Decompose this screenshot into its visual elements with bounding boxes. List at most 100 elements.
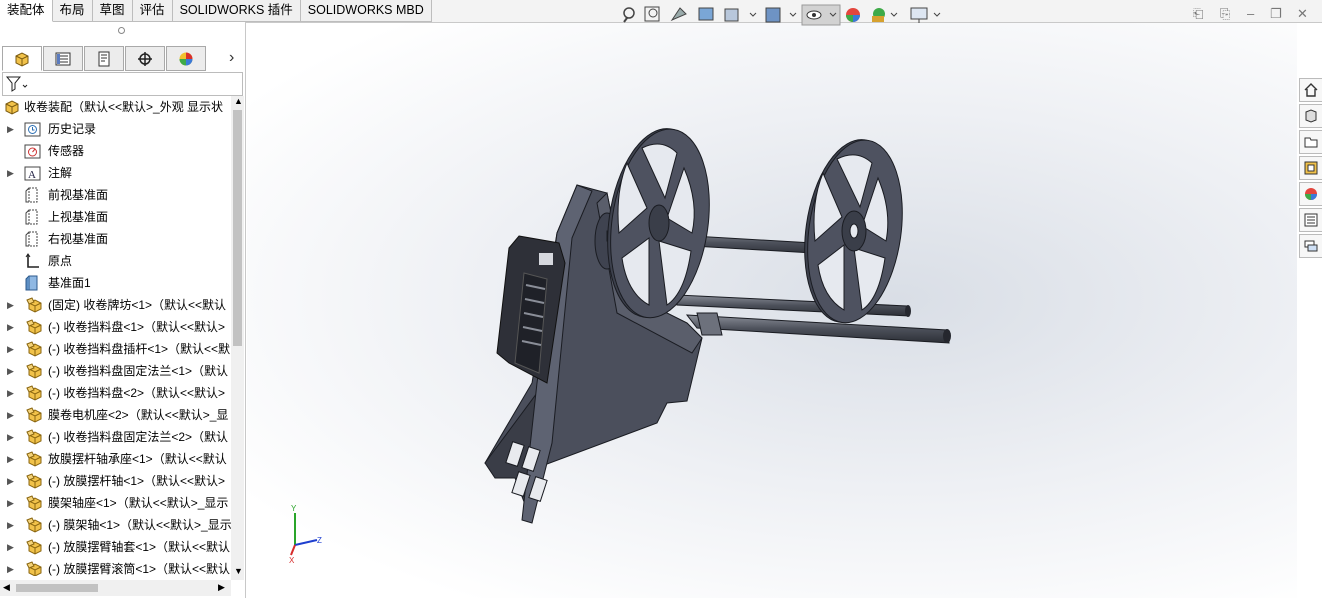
tree-item-component[interactable]: ▶ (-) 收卷挡料盘固定法兰<1>（默认: [0, 360, 231, 382]
previous-view-icon[interactable]: [670, 7, 687, 22]
expand-arrow-icon[interactable]: ▶: [7, 470, 14, 492]
tree-item-component[interactable]: ▶ 膜卷电机座<2>（默认<<默认>_显: [0, 404, 231, 426]
custom-properties-button[interactable]: [1299, 208, 1322, 232]
filter-icon[interactable]: [5, 74, 31, 94]
tree-item-feature[interactable]: 原点: [0, 250, 231, 272]
expand-arrow-icon[interactable]: ▶: [7, 514, 14, 536]
panel-grip-handle[interactable]: [118, 27, 125, 34]
restore-right-icon[interactable]: ⎘: [1220, 6, 1230, 22]
tree-root-assembly[interactable]: 收卷装配（默认<<默认>_外观 显示状: [0, 96, 231, 118]
tree-item-feature[interactable]: ▶ 历史记录: [0, 118, 231, 140]
appearances-button[interactable]: [1299, 182, 1322, 206]
hide-show-items-icon[interactable]: [801, 4, 841, 26]
edit-appearance-icon[interactable]: [846, 8, 860, 22]
tree-item-component[interactable]: ▶ (-) 收卷挡料盘插杆<1>（默认<<默: [0, 338, 231, 360]
file-explorer-icon: [1304, 137, 1318, 148]
tree-item-component[interactable]: ▶ (-) 膜架轴<1>（默认<<默认>_显示: [0, 514, 231, 536]
command-tab[interactable]: 草图: [92, 0, 133, 22]
tree-item-component[interactable]: ▶ 膜架轴座<1>（默认<<默认>_显示: [0, 492, 231, 514]
scroll-down-icon[interactable]: ▼: [234, 566, 243, 576]
expand-arrow-icon[interactable]: ▶: [7, 558, 14, 576]
command-tab[interactable]: 装配体: [0, 0, 53, 22]
annotation-icon: A: [24, 166, 41, 181]
command-tab[interactable]: SOLIDWORKS MBD: [300, 0, 432, 22]
tree-item-component[interactable]: ▶ (-) 收卷挡料盘<2>（默认<<默认>: [0, 382, 231, 404]
expand-arrow-icon[interactable]: ▶: [7, 382, 14, 404]
tree-item-label: 膜卷电机座<2>（默认<<默认>_显: [48, 408, 229, 422]
expand-arrow-icon[interactable]: ▶: [7, 360, 14, 382]
guide-rods[interactable]: [676, 294, 951, 344]
configuration-manager-tab[interactable]: [84, 46, 124, 71]
right-guide-wheel[interactable]: [794, 133, 914, 328]
part-icon: [26, 429, 42, 445]
tree-vscroll-thumb[interactable]: [233, 110, 242, 346]
scroll-left-icon[interactable]: ◀: [3, 582, 10, 593]
view-palette-icon: [1304, 161, 1318, 175]
view-settings-icon[interactable]: [910, 7, 941, 23]
zoom-to-area-icon[interactable]: [644, 6, 660, 22]
maximize-icon[interactable]: ❐: [1270, 6, 1282, 22]
tree-vertical-scrollbar[interactable]: ▲ ▼: [231, 96, 244, 580]
view-palette-button[interactable]: [1299, 156, 1322, 180]
expand-arrow-icon[interactable]: ▶: [7, 338, 14, 360]
tree-item-component[interactable]: ▶ (固定) 收卷牌坊<1>（默认<<默认: [0, 294, 231, 316]
expand-arrow-icon[interactable]: ▶: [7, 448, 14, 470]
panel-expand-chevron[interactable]: ›: [229, 49, 234, 67]
command-tab[interactable]: SOLIDWORKS 插件: [172, 0, 301, 22]
tree-item-label: 传感器: [48, 144, 85, 158]
task-pane: [1297, 77, 1322, 260]
view-orientation-icon[interactable]: [724, 8, 757, 22]
dimxpert-manager-tab[interactable]: [125, 46, 165, 71]
restore-left-icon[interactable]: ⎗: [1193, 6, 1203, 22]
tree-filter[interactable]: [2, 72, 243, 96]
origin-icon: [25, 253, 39, 268]
display-style-icon[interactable]: [765, 7, 797, 23]
configuration-manager-icon: [98, 51, 110, 66]
tree-item-component[interactable]: ▶ (-) 收卷挡料盘固定法兰<2>（默认: [0, 426, 231, 448]
expand-arrow-icon[interactable]: ▶: [7, 404, 14, 426]
expand-arrow-icon[interactable]: ▶: [7, 316, 14, 338]
section-view-icon[interactable]: [698, 7, 714, 21]
home-button[interactable]: [1299, 78, 1322, 102]
tree-item-component[interactable]: ▶ (-) 放膜摆臂滚筒<1>（默认<<默认: [0, 558, 231, 576]
property-manager-tab[interactable]: [43, 46, 83, 71]
tree-item-feature[interactable]: 右视基准面: [0, 228, 231, 250]
display-manager-tab[interactable]: [166, 46, 206, 71]
feature-manager-tab[interactable]: [2, 46, 42, 71]
expand-arrow-icon[interactable]: ▶: [7, 118, 14, 140]
tree-item-component[interactable]: ▶ (-) 收卷挡料盘<1>（默认<<默认>: [0, 316, 231, 338]
tree-item-component[interactable]: ▶ (-) 放膜摆杆轴<1>（默认<<默认>: [0, 470, 231, 492]
tree-item-feature[interactable]: ▶ A 注解: [0, 162, 231, 184]
tree-item-label: 膜架轴座<1>（默认<<默认>_显示: [48, 496, 229, 510]
scroll-up-icon[interactable]: ▲: [234, 96, 243, 106]
forum-button[interactable]: [1299, 234, 1322, 258]
expand-arrow-icon[interactable]: ▶: [7, 426, 14, 448]
graphics-viewport[interactable]: Y Z X: [247, 23, 1297, 598]
expand-arrow-icon[interactable]: ▶: [7, 492, 14, 514]
tree-item-feature[interactable]: 基准面1: [0, 272, 231, 294]
file-explorer-button[interactable]: [1299, 130, 1322, 154]
design-library-button[interactable]: [1299, 104, 1322, 128]
command-tab[interactable]: 布局: [52, 0, 93, 22]
command-tab[interactable]: 评估: [132, 0, 173, 22]
tree-item-feature[interactable]: 上视基准面: [0, 206, 231, 228]
apply-scene-icon[interactable]: [872, 8, 898, 22]
tree-item-label: 注解: [48, 166, 73, 180]
minimize-icon[interactable]: –: [1247, 6, 1254, 21]
part-icon: [26, 341, 42, 357]
scroll-right-icon[interactable]: ▶: [218, 582, 225, 593]
close-icon[interactable]: ✕: [1297, 6, 1308, 22]
tree-horizontal-scrollbar[interactable]: ◀ ▶: [0, 580, 231, 596]
tree-item-component[interactable]: ▶ 放膜摆杆轴承座<1>（默认<<默认: [0, 448, 231, 470]
expand-arrow-icon[interactable]: ▶: [7, 536, 14, 558]
tree-item-feature[interactable]: 前视基准面: [0, 184, 231, 206]
tree-item-label: 历史记录: [48, 122, 97, 136]
expand-arrow-icon[interactable]: ▶: [7, 162, 14, 184]
zoom-to-fit-icon[interactable]: [623, 7, 635, 23]
tree-item-component[interactable]: ▶ (-) 放膜摆臂轴套<1>（默认<<默认: [0, 536, 231, 558]
assembly-model[interactable]: [247, 23, 1297, 598]
expand-arrow-icon[interactable]: ▶: [7, 294, 14, 316]
tree-hscroll-thumb[interactable]: [16, 584, 98, 592]
tree-item-feature[interactable]: 传感器: [0, 140, 231, 162]
plane-icon: [25, 231, 38, 247]
